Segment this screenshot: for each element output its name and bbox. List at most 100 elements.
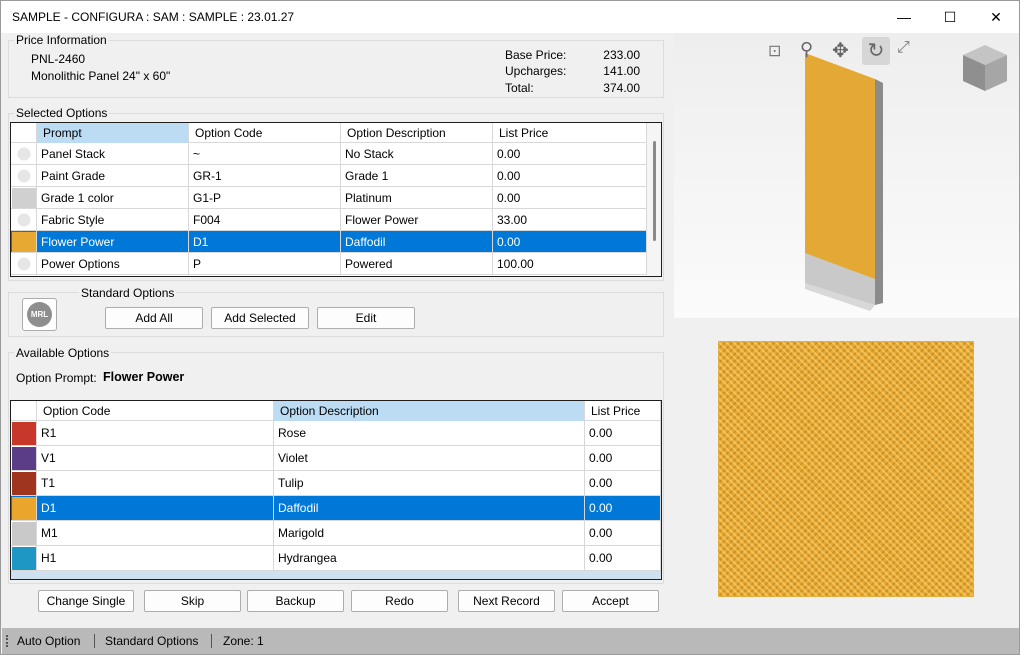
available-option-row[interactable]: T1 Tulip 0.00 [11,471,661,496]
cell-code[interactable]: V1 [37,446,274,470]
upcharges-label: Upcharges: [505,64,567,78]
cell-code[interactable]: ~ [189,143,341,164]
cell-desc[interactable]: Daffodil [274,496,585,520]
cell-desc[interactable]: Flower Power [341,209,493,230]
option-code-column-header[interactable]: Option Code [37,401,274,421]
selected-option-row[interactable]: Panel Stack ~ No Stack 0.00 [11,143,647,165]
cell-price[interactable]: 0.00 [493,187,647,208]
prompt-column-header[interactable]: Prompt [37,123,189,143]
3d-viewport[interactable]: ⊡ ⚲ ✥ ↻ ⤢ [674,33,1019,318]
cell-price[interactable]: 100.00 [493,253,647,274]
standard-options-label: Standard Options [79,286,177,300]
cell-price[interactable]: 0.00 [585,496,661,520]
cell-code[interactable]: F004 [189,209,341,230]
view-cube-icon[interactable] [961,43,1009,95]
close-button[interactable]: ✕ [973,1,1019,33]
available-option-row[interactable]: H1 Hydrangea 0.00 [11,546,661,571]
cell-price[interactable]: 0.00 [585,521,661,545]
cell-code[interactable]: R1 [37,421,274,445]
row-icon-cell [11,187,37,208]
maximize-button[interactable]: ☐ [927,1,973,33]
row-icon-cell [11,496,37,520]
cell-desc[interactable]: Tulip [274,471,585,495]
total-value: 374.00 [603,81,640,95]
available-option-row[interactable]: D1 Daffodil 0.00 [11,496,661,521]
cell-code[interactable]: D1 [37,496,274,520]
minimize-button[interactable]: — [881,1,927,33]
cell-desc[interactable]: Violet [274,446,585,470]
scrollbar-thumb[interactable] [653,141,656,241]
cell-prompt[interactable]: Fabric Style [37,209,189,230]
selected-options-scrollbar[interactable] [647,123,661,276]
selected-option-row[interactable]: Fabric Style F004 Flower Power 33.00 [11,209,647,231]
selected-options-table[interactable]: Prompt Option Code Option Description Li… [10,122,662,277]
status-standard-options: Standard Options [105,634,199,648]
next-record-button[interactable]: Next Record [458,590,555,612]
cell-code[interactable]: T1 [37,471,274,495]
edit-button[interactable]: Edit [317,307,415,329]
add-all-button[interactable]: Add All [105,307,203,329]
window-title: SAMPLE - CONFIGURA : SAM : SAMPLE : 23.0… [12,10,295,24]
selected-option-row[interactable]: Power Options P Powered 100.00 [11,253,647,275]
selected-option-row[interactable]: Flower Power D1 Daffodil 0.00 [11,231,647,253]
available-option-row[interactable]: V1 Violet 0.00 [11,446,661,471]
cell-price[interactable]: 0.00 [585,421,661,445]
cell-prompt[interactable]: Panel Stack [37,143,189,164]
redo-button[interactable]: Redo [351,590,448,612]
option-description-column-header[interactable]: Option Description [274,401,585,421]
zoom-window-icon[interactable]: ⊡ [768,41,790,63]
cell-code[interactable]: G1-P [189,187,341,208]
cell-desc[interactable]: Platinum [341,187,493,208]
cell-price[interactable]: 0.00 [585,546,661,570]
row-icon-cell [11,253,37,274]
cell-desc[interactable]: Rose [274,421,585,445]
available-option-row[interactable]: R1 Rose 0.00 [11,421,661,446]
selected-options-header: Prompt Option Code Option Description Li… [11,123,647,143]
selected-option-row[interactable]: Paint Grade GR-1 Grade 1 0.00 [11,165,647,187]
cell-price[interactable]: 0.00 [493,231,647,252]
cell-price[interactable]: 0.00 [493,165,647,186]
cell-prompt[interactable]: Power Options [37,253,189,274]
mrl-logo-button[interactable]: MRL [22,298,57,331]
available-option-row[interactable]: M1 Marigold 0.00 [11,521,661,546]
cell-code[interactable]: H1 [37,546,274,570]
row-icon-cell [11,143,37,164]
change-single-button[interactable]: Change Single [38,590,134,612]
option-code-column-header[interactable]: Option Code [189,123,341,143]
cell-desc[interactable]: Grade 1 [341,165,493,186]
zoom-icon[interactable]: ⚲ [800,39,824,63]
fabric-swatch [12,232,36,252]
cell-code[interactable]: P [189,253,341,274]
add-selected-button[interactable]: Add Selected [211,307,309,329]
available-options-table[interactable]: Option Code Option Description List Pric… [10,400,662,580]
cell-price[interactable]: 0.00 [585,446,661,470]
part-description: Monolithic Panel 24" x 60" [31,69,171,83]
cell-price[interactable]: 33.00 [493,209,647,230]
accept-button[interactable]: Accept [562,590,659,612]
option-description-column-header[interactable]: Option Description [341,123,493,143]
cell-code[interactable]: D1 [189,231,341,252]
cell-prompt[interactable]: Paint Grade [37,165,189,186]
cell-code[interactable]: GR-1 [189,165,341,186]
horizontal-scrollbar[interactable] [11,571,661,579]
pan-icon[interactable]: ✥ [832,38,856,62]
cell-desc[interactable]: No Stack [341,143,493,164]
rotate-icon[interactable]: ↻ [862,37,890,65]
cell-code[interactable]: M1 [37,521,274,545]
cell-prompt[interactable]: Grade 1 color [37,187,189,208]
cell-desc[interactable]: Hydrangea [274,546,585,570]
selected-option-row[interactable]: Grade 1 color G1-P Platinum 0.00 [11,187,647,209]
fit-view-icon[interactable]: ⤢ [897,39,921,63]
cell-prompt[interactable]: Flower Power [37,231,189,252]
base-price-label: Base Price: [505,48,567,62]
cell-desc[interactable]: Daffodil [341,231,493,252]
option-icon [12,144,36,164]
list-price-column-header[interactable]: List Price [493,123,647,143]
cell-desc[interactable]: Powered [341,253,493,274]
backup-button[interactable]: Backup [247,590,344,612]
cell-price[interactable]: 0.00 [493,143,647,164]
skip-button[interactable]: Skip [144,590,241,612]
list-price-column-header[interactable]: List Price [585,401,661,421]
cell-price[interactable]: 0.00 [585,471,661,495]
cell-desc[interactable]: Marigold [274,521,585,545]
